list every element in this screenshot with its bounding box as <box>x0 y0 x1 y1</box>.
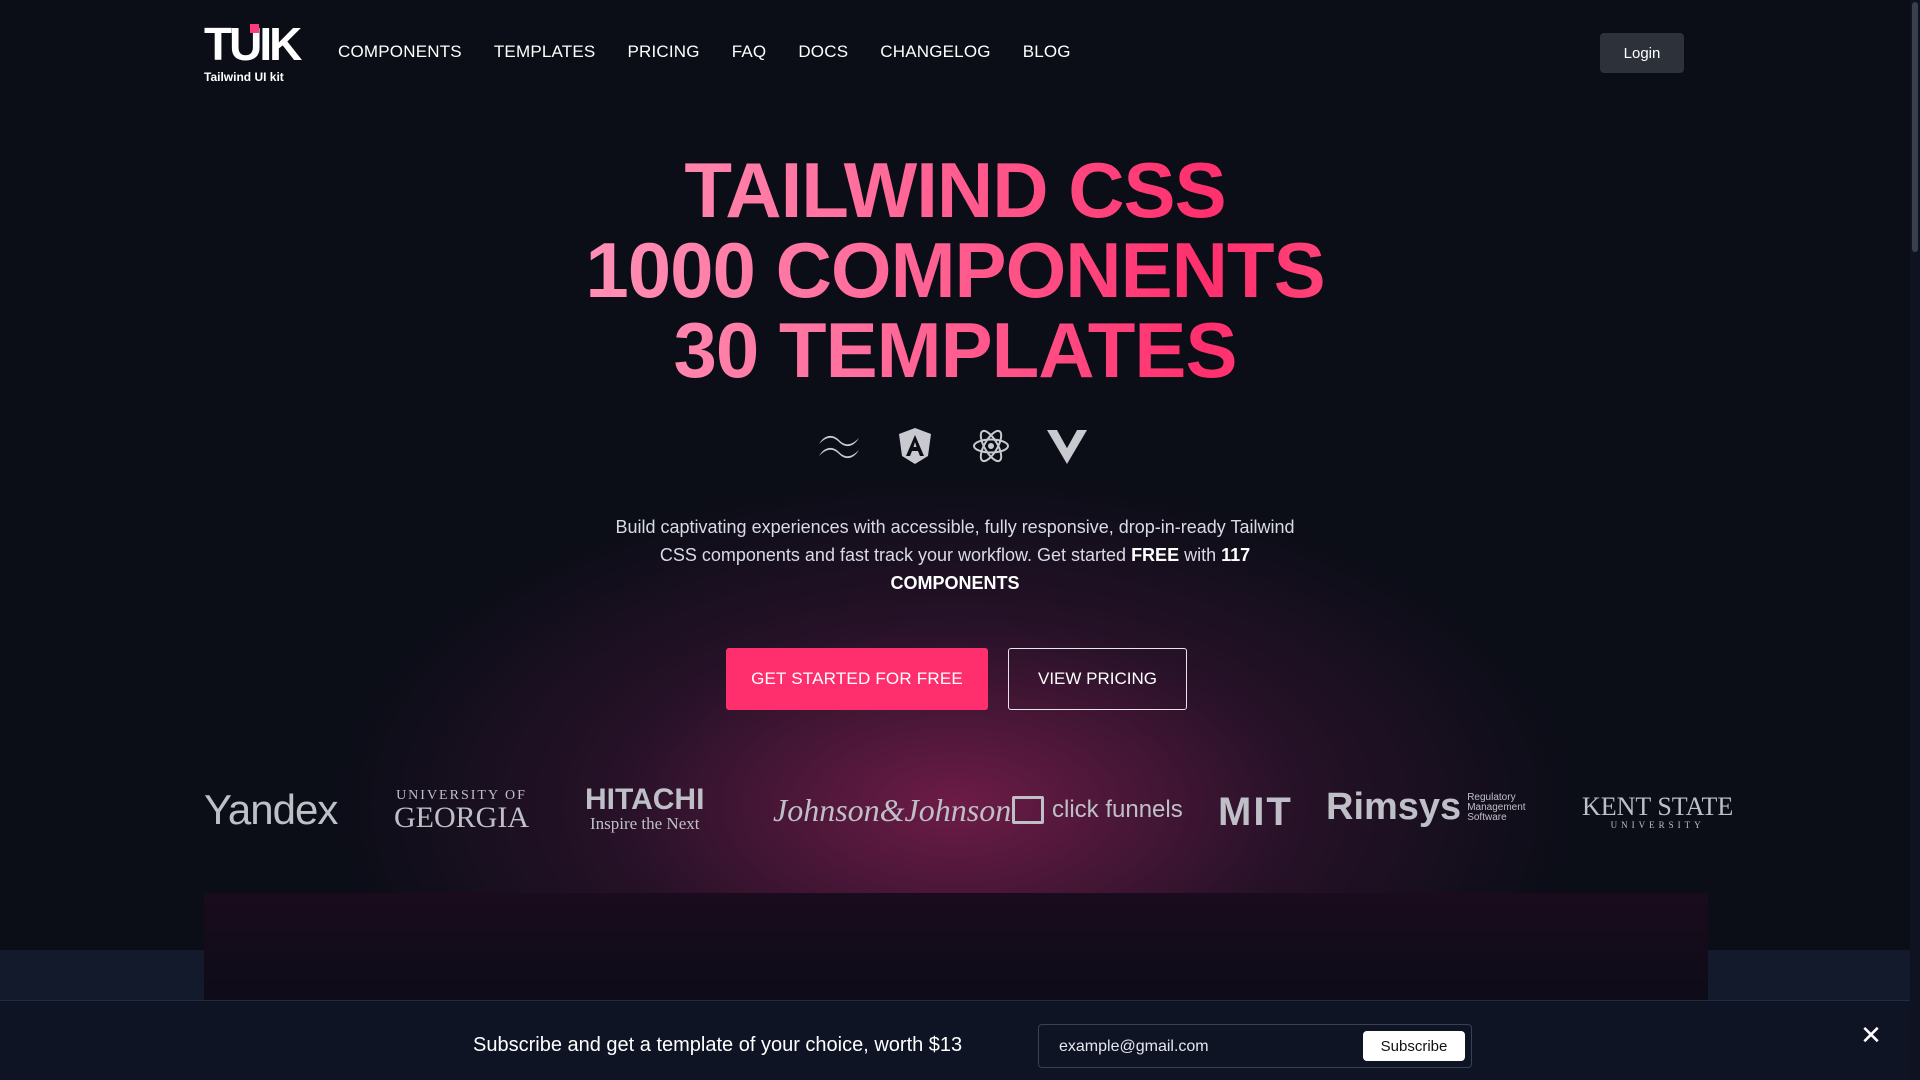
yandex-logo: Yandex <box>204 786 338 833</box>
nav-components[interactable]: COMPONENTS <box>338 42 462 62</box>
hitachi-logo-name: HITACHI <box>585 783 705 816</box>
subscribe-form: Subscribe <box>1038 1024 1472 1068</box>
clickfunnels-icon <box>1012 796 1044 824</box>
hitachi-logo: HITACHI Inspire the Next <box>585 783 705 834</box>
subscribe-message: Subscribe and get a template of your cho… <box>473 1034 963 1056</box>
logo-mark: TUIK <box>204 21 302 67</box>
react-icon <box>967 426 1015 466</box>
subscribe-banner: Subscribe and get a template of your cho… <box>0 1000 1910 1080</box>
clickfunnels-logo: click funnels <box>1012 796 1183 824</box>
georgia-logo-large: GEORGIA <box>394 801 529 834</box>
mit-logo: MIT <box>1218 790 1293 834</box>
close-icon[interactable]: ✕ <box>1859 1022 1883 1048</box>
subscribe-button[interactable]: Subscribe <box>1363 1031 1465 1061</box>
clickfunnels-logo-text: click funnels <box>1052 796 1183 823</box>
nav-changelog[interactable]: CHANGELOG <box>880 42 990 62</box>
view-pricing-button[interactable]: VIEW PRICING <box>1008 648 1187 710</box>
angular-icon <box>891 426 939 466</box>
kent-state-logo-sub: UNIVERSITY <box>1610 820 1705 830</box>
lead-with: with <box>1179 545 1222 565</box>
logo-dot <box>250 24 259 33</box>
logo[interactable]: TUIK Tailwind UI kit <box>204 21 302 84</box>
nav-blog[interactable]: BLOG <box>1023 42 1071 62</box>
page: TUIK Tailwind UI kit COMPONENTS TEMPLATE… <box>0 0 1910 1080</box>
email-input[interactable] <box>1059 1035 1349 1059</box>
rimsys-logo-tagline: Regulatory Management Software <box>1467 791 1526 823</box>
georgia-logo: UNIVERSITY OF GEORGIA <box>394 788 529 834</box>
login-button[interactable]: Login <box>1600 33 1684 73</box>
rimsys-logo-name: Rimsys <box>1326 786 1462 828</box>
get-started-button[interactable]: GET STARTED FOR FREE <box>726 648 988 710</box>
main-nav: COMPONENTS TEMPLATES PRICING FAQ DOCS CH… <box>338 42 1071 62</box>
kent-state-logo: KENT STATE UNIVERSITY <box>1582 792 1734 831</box>
nav-faq[interactable]: FAQ <box>732 42 767 62</box>
vue-icon <box>1043 426 1091 466</box>
scrollbar-thumb[interactable] <box>1912 2 1918 252</box>
nav-docs[interactable]: DOCS <box>798 42 848 62</box>
nav-pricing[interactable]: PRICING <box>627 42 699 62</box>
hero-title-line: 30 TEMPLATES <box>673 306 1237 394</box>
page-scrollbar[interactable] <box>1910 0 1920 1080</box>
nav-templates[interactable]: TEMPLATES <box>494 42 596 62</box>
hero-title: TAILWIND CSS 1000 COMPONENTS 30 TEMPLATE… <box>455 150 1455 390</box>
client-logos: Yandex UNIVERSITY OF GEORGIA HITACHI Ins… <box>204 783 1733 838</box>
kent-state-logo-name: KENT STATE <box>1582 792 1734 821</box>
framework-icons <box>815 424 1095 468</box>
hero-title-line: TAILWIND CSS <box>684 146 1226 234</box>
johnson-johnson-logo: Johnson&Johnson <box>773 792 1012 828</box>
tailwind-icon <box>815 426 863 466</box>
rimsys-logo: Rimsys Regulatory Management Software <box>1326 786 1529 829</box>
hero-description: Build captivating experiences with acces… <box>595 513 1315 597</box>
hitachi-logo-tagline: Inspire the Next <box>589 814 700 833</box>
hero-title-line: 1000 COMPONENTS <box>585 226 1325 314</box>
logo-subtitle: Tailwind UI kit <box>204 70 284 84</box>
lead-free: FREE <box>1131 545 1180 565</box>
